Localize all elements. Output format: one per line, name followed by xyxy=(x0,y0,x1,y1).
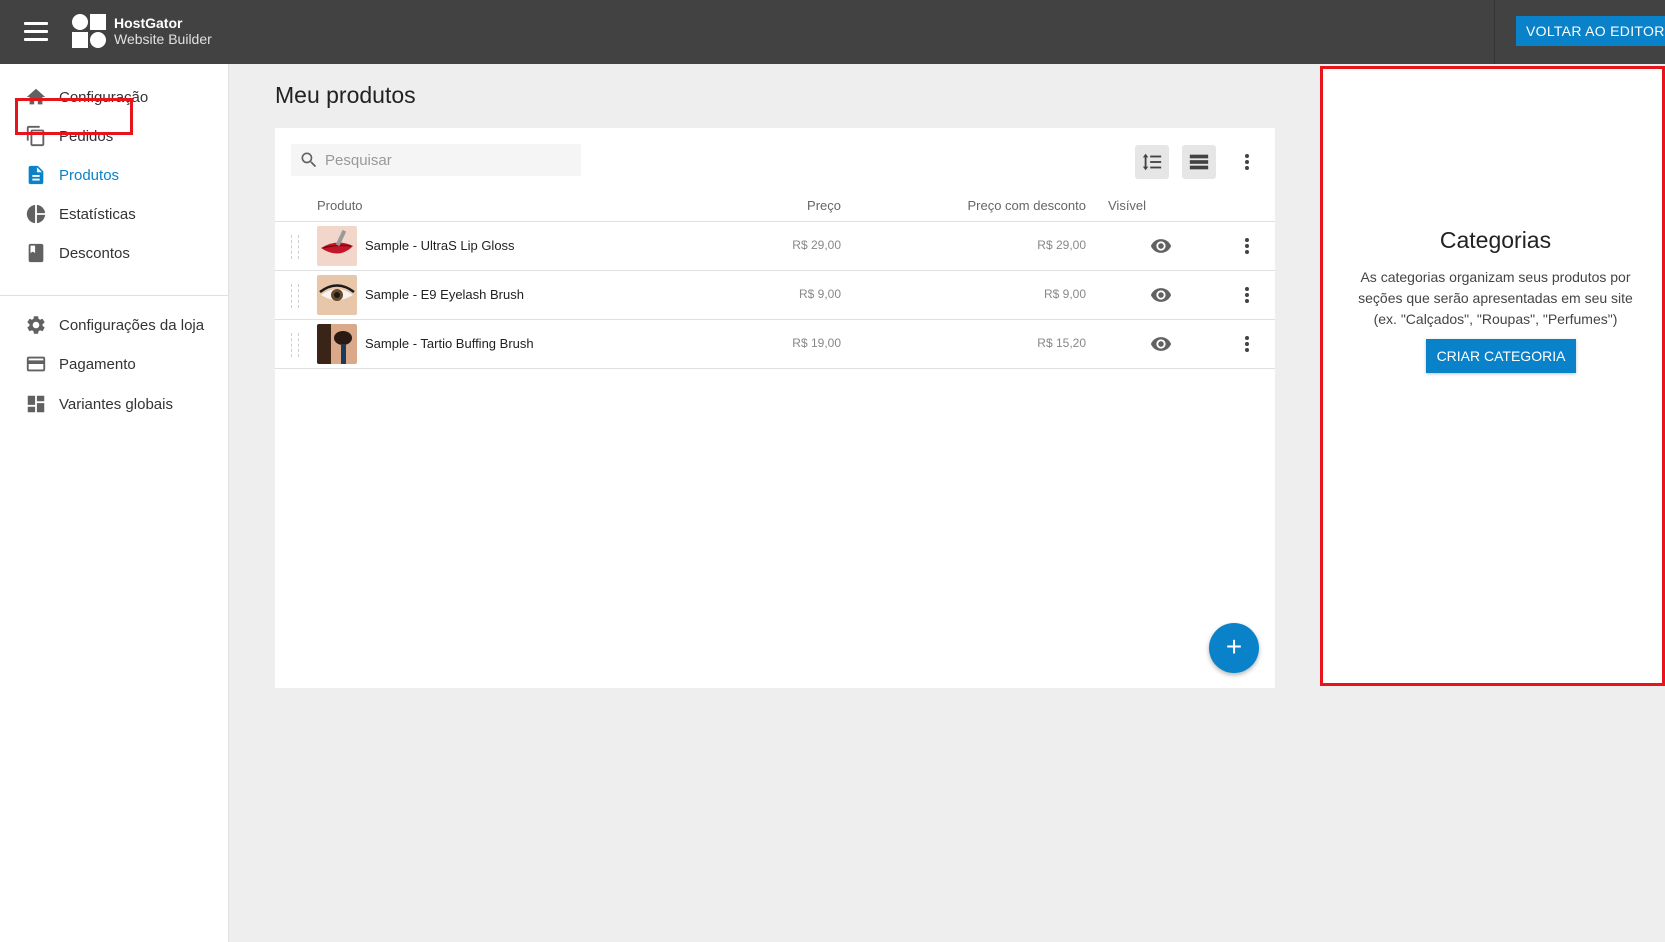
product-discount-price: R$ 15,20 xyxy=(1037,336,1086,350)
column-header-price: Preço xyxy=(807,198,841,213)
back-to-editor-button[interactable]: VOLTAR AO EDITOR xyxy=(1516,16,1665,46)
product-thumbnail xyxy=(317,275,357,315)
sidebar-item-produtos[interactable]: Produtos xyxy=(0,155,229,195)
more-options-icon[interactable] xyxy=(1235,150,1259,174)
sidebar-divider xyxy=(0,295,229,296)
sort-button[interactable] xyxy=(1135,145,1169,179)
eye-icon[interactable] xyxy=(1148,284,1174,306)
sidebar-item-label: Variantes globais xyxy=(59,395,173,413)
product-price: R$ 29,00 xyxy=(792,238,841,252)
pie-chart-icon xyxy=(26,204,46,224)
product-thumbnail xyxy=(317,324,357,364)
sort-icon xyxy=(1142,153,1162,171)
menu-icon[interactable] xyxy=(24,22,48,42)
drag-handle[interactable] xyxy=(291,284,299,308)
logo xyxy=(72,14,106,48)
add-product-button[interactable]: + xyxy=(1209,623,1259,673)
sidebar-item-label: Descontos xyxy=(59,244,130,262)
list-view-button[interactable] xyxy=(1182,145,1216,179)
categories-panel: Categorias As categorias organizam seus … xyxy=(1320,66,1665,686)
gear-icon xyxy=(27,316,45,334)
table-row[interactable]: Sample - UltraS Lip Gloss R$ 29,00 R$ 29… xyxy=(275,222,1275,271)
sidebar-item-label: Pagamento xyxy=(59,355,136,373)
column-header-discount-price: Preço com desconto xyxy=(967,198,1086,213)
categories-title: Categorias xyxy=(1439,227,1552,253)
search-input[interactable] xyxy=(325,144,575,176)
eye-icon[interactable] xyxy=(1148,333,1174,355)
product-name: Sample - UltraS Lip Gloss xyxy=(365,238,515,253)
search-icon xyxy=(301,152,317,168)
sidebar-item-label: Configurações da loja xyxy=(59,316,205,334)
row-options-icon[interactable] xyxy=(1235,234,1259,258)
product-price: R$ 9,00 xyxy=(798,287,841,301)
brand-name: HostGator Website Builder xyxy=(114,15,212,47)
categories-description: As categorias organizam seus produtos po… xyxy=(1358,269,1633,327)
list-view-icon xyxy=(1189,154,1209,170)
sidebar-item-estatisticas[interactable]: Estatísticas xyxy=(0,194,229,234)
product-discount-price: R$ 29,00 xyxy=(1037,238,1086,252)
product-thumbnail xyxy=(317,226,357,266)
sidebar-item-label: Estatísticas xyxy=(59,205,136,223)
sidebar-item-configuracoes-loja[interactable]: Configurações da loja xyxy=(0,305,229,345)
table-row[interactable]: Sample - E9 Eyelash Brush R$ 9,00 R$ 9,0… xyxy=(275,271,1275,320)
topbar-divider xyxy=(1494,0,1495,64)
top-bar: HostGator Website Builder VOLTAR AO EDIT… xyxy=(0,0,1665,64)
search-box xyxy=(291,144,581,176)
product-price: R$ 19,00 xyxy=(792,336,841,350)
active-item-highlight xyxy=(15,98,133,135)
dashboard-icon xyxy=(27,395,45,413)
drag-handle[interactable] xyxy=(291,333,299,357)
product-name: Sample - Tartio Buffing Brush xyxy=(365,336,534,351)
drag-handle[interactable] xyxy=(291,235,299,259)
table-row[interactable]: Sample - Tartio Buffing Brush R$ 19,00 R… xyxy=(275,320,1275,369)
book-icon xyxy=(28,243,44,263)
create-category-button[interactable]: CRIAR CATEGORIA xyxy=(1426,339,1576,373)
document-icon xyxy=(28,165,44,185)
sidebar-item-label: Produtos xyxy=(59,166,120,184)
sidebar-item-pagamento[interactable]: Pagamento xyxy=(0,344,229,384)
eye-icon[interactable] xyxy=(1148,235,1174,257)
product-name: Sample - E9 Eyelash Brush xyxy=(365,287,524,302)
sidebar-item-descontos[interactable]: Descontos xyxy=(0,233,229,273)
brand-line2: Website Builder xyxy=(114,31,212,47)
row-options-icon[interactable] xyxy=(1235,332,1259,356)
sidebar-item-variantes-globais[interactable]: Variantes globais xyxy=(0,384,229,424)
sidebar: Configuração Pedidos Produtos Estatístic… xyxy=(0,64,229,942)
brand-line1: HostGator xyxy=(114,15,183,31)
column-header-visible: Visível xyxy=(1108,198,1147,213)
column-header-product: Produto xyxy=(317,198,363,213)
product-discount-price: R$ 9,00 xyxy=(1043,287,1086,301)
products-card: Produto Preço Preço com desconto Visível… xyxy=(275,128,1275,688)
credit-card-icon xyxy=(26,356,46,372)
page-title: Meu produtos xyxy=(275,82,416,108)
row-options-icon[interactable] xyxy=(1235,283,1259,307)
